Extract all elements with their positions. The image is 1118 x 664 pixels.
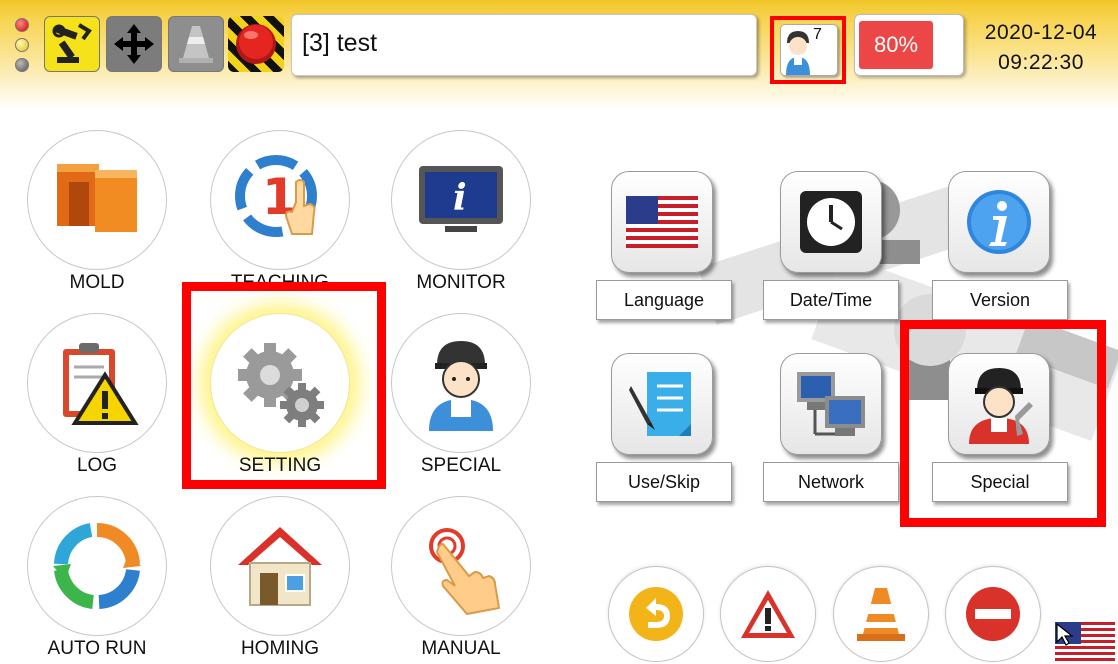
teaching-icon: 1 [235, 155, 317, 237]
menu-teaching-circle[interactable]: 1 [210, 130, 350, 270]
version-button[interactable] [948, 171, 1050, 273]
clock-date: 2020-12-04 [984, 21, 1098, 44]
alarm-warning-icon [741, 590, 795, 638]
top-status-bar: [3] test 7 80% 2020-12-04 09:22:30 [0, 0, 1118, 110]
clock: 2020-12-04 09:22:30 [970, 18, 1112, 78]
language-label[interactable]: Language [596, 280, 732, 320]
emergency-stop-button[interactable] [228, 16, 284, 72]
menu-auto-run-circle[interactable] [27, 496, 167, 636]
mold-icon [57, 164, 137, 232]
network-label[interactable]: Network [763, 462, 899, 502]
program-title-field[interactable]: [3] test [291, 14, 757, 76]
gray-lamp-icon [15, 58, 29, 72]
menu-mold[interactable]: MOLD [27, 130, 177, 310]
battery-indicator: 80% [854, 14, 964, 76]
move-arrows-icon [114, 24, 154, 64]
menu-manual-circle[interactable] [391, 496, 531, 636]
back-icon [629, 587, 683, 641]
clock-time: 09:22:30 [998, 51, 1084, 74]
robot-arm-button[interactable] [44, 16, 100, 72]
menu-special[interactable]: SPECIAL [391, 313, 541, 493]
menu-auto-run[interactable]: AUTO RUN [27, 496, 177, 664]
menu-manual[interactable]: MANUAL [391, 496, 541, 664]
menu-monitor[interactable]: i MONITOR [391, 130, 541, 310]
info-icon [967, 190, 1031, 254]
cycle-arrows-icon [53, 522, 141, 609]
menu-log[interactable]: LOG [27, 313, 177, 493]
traffic-cone-icon [857, 588, 905, 641]
operator-icon [429, 341, 493, 431]
cone-button[interactable] [833, 566, 929, 662]
stop-button[interactable] [945, 566, 1041, 662]
useskip-label[interactable]: Use/Skip [596, 462, 732, 502]
clock-icon [800, 191, 862, 253]
status-lamps [12, 14, 32, 76]
menu-manual-label: MANUAL [421, 638, 501, 659]
traffic-cone-icon [179, 26, 213, 63]
setting-highlight-box [182, 282, 386, 489]
log-icon [63, 343, 139, 425]
operator-avatar-icon [786, 31, 810, 75]
menu-monitor-label: MONITOR [416, 272, 506, 293]
alarm-cone-button[interactable] [168, 16, 224, 72]
useskip-button[interactable] [611, 353, 713, 455]
menu-mold-circle[interactable] [27, 130, 167, 270]
menu-homing[interactable]: HOMING [210, 496, 360, 664]
emergency-stop-icon [236, 24, 276, 64]
menu-special-label: SPECIAL [420, 455, 502, 476]
us-flag-icon [626, 196, 698, 248]
menu-log-label: LOG [76, 455, 118, 476]
language-button[interactable] [611, 171, 713, 273]
menu-homing-label: HOMING [240, 638, 320, 659]
datetime-label[interactable]: Date/Time [763, 280, 899, 320]
network-computers-icon [797, 372, 865, 436]
alarm-button[interactable] [720, 566, 816, 662]
battery-percent: 80% [873, 32, 919, 57]
user-level-button[interactable]: 7 [770, 16, 846, 84]
tap-hand-icon [429, 528, 501, 616]
special-highlight-box [900, 320, 1106, 527]
user-level-number: 7 [813, 26, 822, 43]
jog-move-button[interactable] [106, 16, 162, 72]
network-button[interactable] [780, 353, 882, 455]
menu-auto-run-label: AUTO RUN [47, 638, 147, 659]
stop-icon [966, 587, 1020, 641]
red-lamp-icon [15, 18, 29, 32]
language-flag-icon[interactable] [1055, 622, 1115, 662]
menu-special-circle[interactable] [391, 313, 531, 453]
robot-arm-icon [52, 23, 92, 63]
version-label[interactable]: Version [932, 280, 1068, 320]
menu-monitor-circle[interactable]: i [391, 130, 531, 270]
back-button[interactable] [608, 566, 704, 662]
home-icon [238, 527, 322, 606]
menu-mold-label: MOLD [69, 272, 125, 293]
monitor-icon: i [419, 166, 503, 232]
datetime-button[interactable] [780, 171, 882, 273]
yellow-lamp-icon [15, 38, 29, 52]
svg-text:i: i [453, 177, 467, 219]
user-level-card: 7 [780, 24, 838, 76]
menu-log-circle[interactable] [27, 313, 167, 453]
checklist-icon [629, 372, 691, 436]
menu-homing-circle[interactable] [210, 496, 350, 636]
